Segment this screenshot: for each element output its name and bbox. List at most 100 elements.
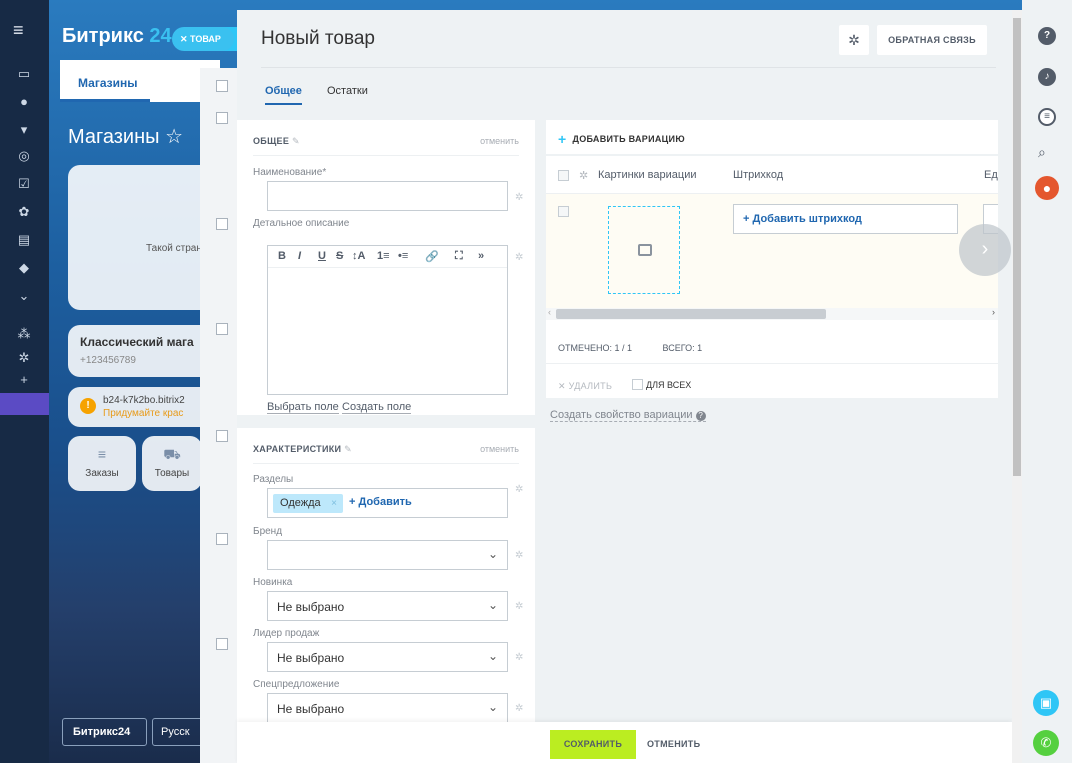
chars-card-title: ХАРАКТЕРИСТИКИ ✎ <box>253 444 352 455</box>
edit-pencil-icon[interactable]: ✎ <box>292 136 300 146</box>
rail-down-icon[interactable]: ⌄ <box>16 288 32 304</box>
grid-row-checkbox[interactable] <box>216 533 228 545</box>
horizontal-scrollbar[interactable]: ‹ › <box>546 307 998 320</box>
rail-active-item[interactable] <box>0 393 49 415</box>
grid-row-checkbox[interactable] <box>216 430 228 442</box>
select-all-checkbox[interactable] <box>558 170 569 181</box>
italic-icon[interactable]: I <box>298 250 301 262</box>
scroll-right-icon[interactable]: › <box>992 307 995 317</box>
help-icon[interactable]: ? <box>1038 27 1056 45</box>
scroll-right-arrow-icon[interactable]: › <box>959 224 1011 276</box>
field-gear-icon[interactable]: ✲ <box>515 252 523 263</box>
row-checkbox[interactable] <box>558 206 569 217</box>
grid-row-checkbox[interactable] <box>216 218 228 230</box>
rail-check-icon[interactable]: ☑ <box>16 176 32 192</box>
more-icon[interactable]: » <box>478 250 484 262</box>
leader-value: Не выбрано <box>277 651 345 665</box>
create-variation-property-link[interactable]: Создать свойство вариации ? <box>550 409 706 422</box>
create-field-link[interactable]: Создать поле <box>342 401 412 414</box>
chars-title-text: ХАРАКТЕРИСТИКИ <box>253 444 342 454</box>
field-gear-icon[interactable]: ✲ <box>515 192 523 203</box>
scroll-left-icon[interactable]: ‹ <box>548 307 551 317</box>
chars-cancel-link[interactable]: отменить <box>480 444 519 454</box>
slider-label-chip[interactable]: ✕ ТОВАР <box>172 27 234 51</box>
rail-sites-icon[interactable]: ✿ <box>16 204 32 220</box>
name-input[interactable] <box>267 181 508 211</box>
fullscreen-icon[interactable]: ⛶ <box>455 250 463 263</box>
bullet-list-icon[interactable]: •≡ <box>398 250 408 262</box>
rail-crm-icon[interactable]: ◎ <box>16 148 32 164</box>
scrollbar-thumb[interactable] <box>556 309 826 319</box>
delete-button[interactable]: ✕ УДАЛИТЬ <box>558 381 612 392</box>
rail-gear-icon[interactable]: ✲ <box>16 350 32 366</box>
open-lines-icon[interactable]: ▣ <box>1033 690 1059 716</box>
field-gear-icon[interactable]: ✲ <box>515 550 523 561</box>
chevron-down-icon: ⌄ <box>487 547 498 561</box>
add-variation-button[interactable]: + ДОБАВИТЬ ВАРИАЦИЮ <box>558 131 685 147</box>
special-value: Не выбрано <box>277 702 345 716</box>
columns-gear-icon[interactable]: ✲ <box>579 169 588 182</box>
tag-remove-icon[interactable]: × <box>331 494 337 513</box>
col-unit: Ед <box>984 169 998 181</box>
help-icon[interactable]: ? <box>695 411 706 421</box>
description-label: Детальное описание <box>253 218 350 229</box>
feedback-button[interactable]: ОБРАТНАЯ СВЯЗЬ <box>877 25 987 55</box>
field-gear-icon[interactable]: ✲ <box>515 484 523 495</box>
rail-shield-icon[interactable]: ◆ <box>16 260 32 276</box>
grid-row-checkbox[interactable] <box>216 638 228 650</box>
bg-footer-brand[interactable]: Битрикс24 <box>62 718 147 746</box>
phone-icon[interactable]: ✆ <box>1033 730 1059 756</box>
vertical-scrollbar[interactable] <box>1012 10 1022 763</box>
add-section-link[interactable]: + Добавить <box>349 496 412 508</box>
notifications-bell-icon[interactable]: ♪ <box>1038 68 1056 86</box>
field-gear-icon[interactable]: ✲ <box>515 652 523 663</box>
scrollbar-thumb[interactable] <box>1013 18 1021 476</box>
grid-row-checkbox[interactable] <box>216 112 228 124</box>
choose-field-link[interactable]: Выбрать поле <box>267 401 339 414</box>
add-barcode-button[interactable]: + Добавить штрихкод <box>733 204 958 234</box>
tab-general[interactable]: Общее <box>265 85 302 105</box>
special-label: Спецпредложение <box>253 679 340 690</box>
for-all-toggle[interactable]: ДЛЯ ВСЕХ <box>632 379 691 390</box>
menu-burger-icon[interactable]: ≡ <box>13 20 24 41</box>
field-gear-icon[interactable]: ✲ <box>515 601 523 612</box>
card-divider <box>546 363 998 364</box>
brand-select[interactable]: ⌄ <box>267 540 508 570</box>
underline-icon[interactable]: U <box>318 250 326 262</box>
sections-field[interactable]: Одежда × + Добавить <box>267 488 508 518</box>
avatar[interactable]: ● <box>1035 176 1059 200</box>
ordered-list-icon[interactable]: 1≡ <box>377 250 390 262</box>
bg-orders-tile[interactable]: ≡ Заказы <box>68 436 136 491</box>
leader-select[interactable]: Не выбрано ⌄ <box>267 642 508 672</box>
grid-row-checkbox[interactable] <box>216 80 228 92</box>
cancel-button[interactable]: ОТМЕНИТЬ <box>647 730 700 759</box>
link-icon[interactable]: 🔗 <box>425 250 439 263</box>
grid-row-checkbox[interactable] <box>216 323 228 335</box>
rail-tree-icon[interactable]: ⁂ <box>16 326 32 342</box>
image-dropzone[interactable] <box>608 206 680 294</box>
section-tag[interactable]: Одежда × <box>273 494 343 513</box>
rail-plus-icon[interactable]: + <box>16 372 32 388</box>
novelty-select[interactable]: Не выбрано ⌄ <box>267 591 508 621</box>
tab-stocks[interactable]: Остатки <box>327 85 368 97</box>
edit-pencil-icon[interactable]: ✎ <box>344 444 352 454</box>
bg-goods-tile[interactable]: ⛟ Товары <box>142 436 202 491</box>
description-editor[interactable]: B I U S ↕A 1≡ •≡ 🔗 ⛶ » <box>267 245 508 395</box>
rail-filter-icon[interactable]: ▾ <box>16 122 32 138</box>
messages-icon[interactable]: ≡ <box>1038 108 1056 126</box>
rail-tasks-icon[interactable]: ▭ <box>16 66 32 82</box>
strike-icon[interactable]: S <box>336 250 343 262</box>
save-button[interactable]: СОХРАНИТЬ <box>550 730 636 759</box>
special-select[interactable]: Не выбрано ⌄ <box>267 693 508 723</box>
bg-tab-shops[interactable]: Магазины <box>60 60 220 102</box>
search-icon[interactable]: ⌕ <box>1038 144 1046 161</box>
rail-market-icon[interactable]: ▤ <box>16 232 32 248</box>
font-size-icon[interactable]: ↕A <box>352 250 365 262</box>
field-gear-icon[interactable]: ✲ <box>515 703 523 714</box>
bold-icon[interactable]: B <box>278 250 286 262</box>
variations-grid-header: ✲ Картинки вариации Штрихкод Ед <box>546 156 998 194</box>
settings-gear-icon[interactable]: ✲ <box>839 25 869 55</box>
general-cancel-link[interactable]: отменить <box>480 136 519 146</box>
rail-shop-icon[interactable]: ● <box>16 94 32 110</box>
for-all-checkbox[interactable] <box>632 379 643 390</box>
